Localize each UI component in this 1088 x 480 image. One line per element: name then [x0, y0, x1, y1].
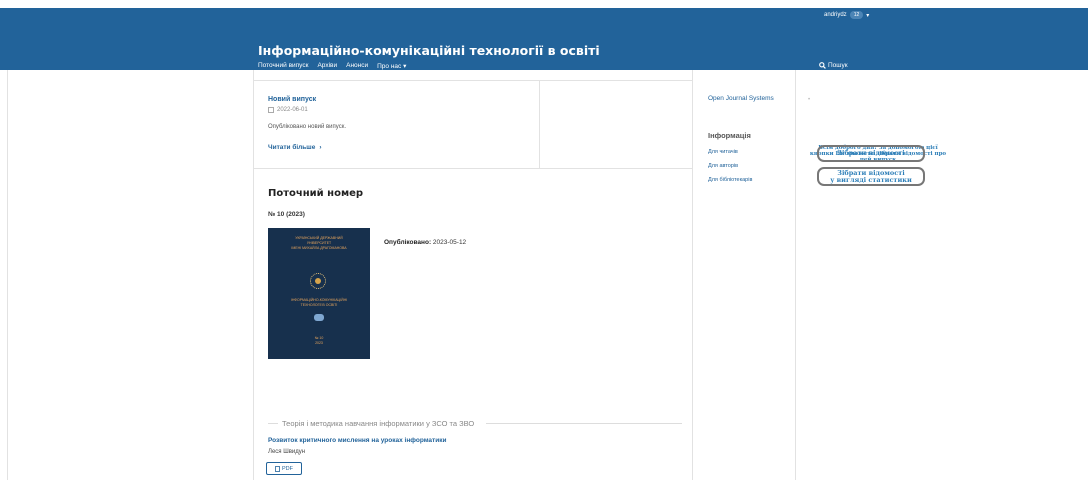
divider [795, 70, 796, 480]
username[interactable]: andriydz [824, 12, 847, 18]
section-heading: Теорія і методика навчання інформатики у… [268, 419, 474, 428]
bullet-icon: • [808, 97, 811, 103]
chevron-right-icon: › [319, 144, 322, 151]
site-header: andriydz 12 ▾ Інформаційно-комунікаційні… [0, 8, 1088, 70]
cover-text: ІНФОРМАЦІЙНО-КОМУНІКАЦІЙНІ [290, 298, 348, 302]
cover-text: УКРАЇНСЬКИЙ ДЕРЖАВНИЙ [295, 236, 343, 240]
nav-current-issue[interactable]: Поточний випуск [258, 62, 308, 70]
section-line [486, 423, 682, 424]
collect-info-button[interactable]: Зібрати відомості [817, 145, 925, 162]
pdf-label: PDF [282, 465, 293, 472]
ojs-link[interactable]: Open Journal Systems [708, 95, 774, 102]
article-author: Леся Швидун [268, 449, 306, 455]
main-nav: Поточний випуск Архіви Анонси Про нас ▾ [258, 62, 406, 70]
link-for-readers[interactable]: Для читачів [708, 149, 738, 155]
article-title-link[interactable]: Розвиток критичного мислення на уроках і… [268, 437, 446, 444]
cover-text: ІМЕНІ МИХАЙЛА ДРАГОМАНОВА [291, 246, 347, 250]
nav-archives[interactable]: Архіви [317, 62, 337, 70]
divider [253, 70, 254, 480]
divider [7, 70, 8, 480]
collect-stats-button[interactable]: Зібрати відомості у вигляді статистики [817, 167, 925, 186]
section-line [268, 423, 278, 424]
link-for-authors[interactable]: Для авторів [708, 163, 738, 169]
read-more-link[interactable]: Читати більше › [268, 144, 322, 151]
notification-badge[interactable]: 12 [849, 11, 864, 19]
published-info: Опубліковано: 2023-05-12 [384, 239, 466, 246]
link-for-librarians[interactable]: Для бібліотекарів [708, 177, 752, 183]
read-more-label: Читати більше [268, 144, 316, 151]
announcement-date: 2022-06-01 [268, 107, 308, 113]
collect-stats-label-line2: у вигляді статистики [830, 175, 912, 184]
divider [692, 70, 693, 480]
announcement-title[interactable]: Новий випуск [268, 96, 316, 103]
cover-text: ТЕХНОЛОГІЇ В ОСВІТІ [300, 303, 338, 307]
divider [254, 80, 692, 81]
nav-about[interactable]: Про нас ▾ [377, 62, 406, 70]
published-label: Опубліковано: [384, 239, 432, 246]
issue-title[interactable]: № 10 (2023) [268, 211, 305, 218]
file-icon [275, 465, 280, 472]
cover-logo-icon [314, 314, 324, 321]
cover-text: 2023 [315, 341, 323, 345]
user-menu[interactable]: andriydz 12 ▾ [824, 11, 869, 19]
search-icon [819, 62, 826, 69]
divider [539, 80, 540, 168]
search-label: Пошук [828, 62, 848, 69]
user-caret-icon[interactable]: ▾ [866, 12, 869, 19]
cover-seal-icon [310, 273, 326, 289]
calendar-icon [268, 107, 274, 113]
issue-cover-image[interactable]: УКРАЇНСЬКИЙ ДЕРЖАВНИЙ УНІВЕРСИТЕТ ІМЕНІ … [268, 228, 370, 359]
current-issue-heading: Поточний номер [268, 188, 364, 199]
announcement-body: Опубліковано новий випуск. [268, 124, 347, 130]
site-title[interactable]: Інформаційно-комунікаційні технології в … [258, 43, 600, 58]
divider [254, 168, 692, 169]
info-heading: Інформація [708, 131, 751, 140]
cover-text: № 10 [314, 336, 324, 340]
nav-announcements[interactable]: Анонси [346, 62, 368, 70]
search-link[interactable]: Пошук [819, 62, 848, 69]
pdf-button[interactable]: PDF [266, 462, 302, 475]
published-date: 2023-05-12 [432, 239, 467, 246]
announcement-date-text: 2022-06-01 [277, 107, 308, 113]
section-title: Теорія і методика навчання інформатики у… [282, 419, 475, 428]
cover-text: УНІВЕРСИТЕТ [306, 241, 332, 245]
collect-info-label: Зібрати відомості [837, 149, 905, 158]
